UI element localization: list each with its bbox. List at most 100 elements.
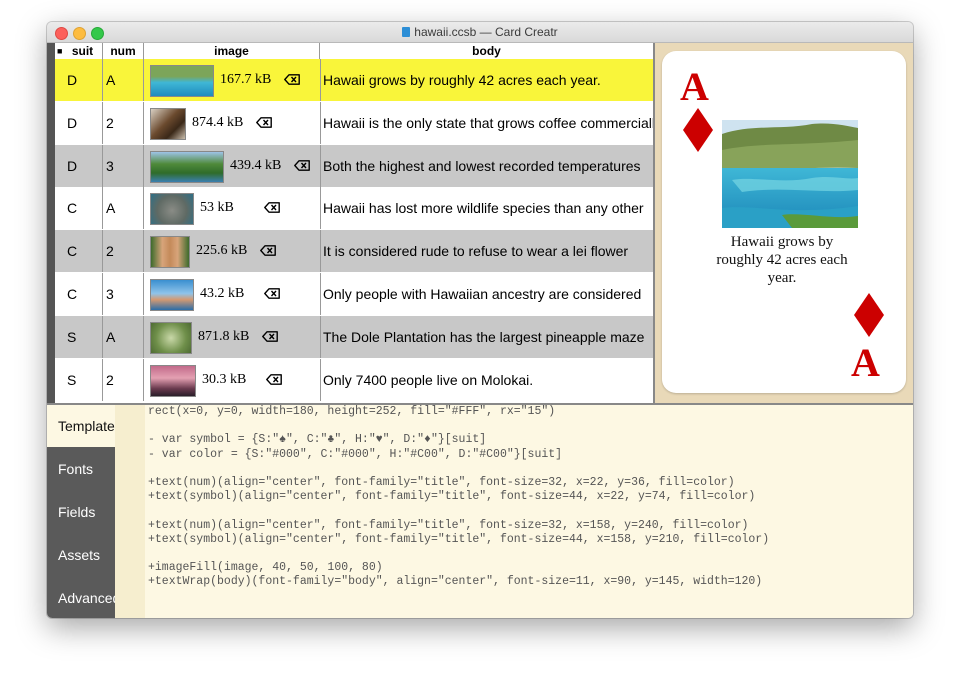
code-line[interactable]: +text(num)(align="center", font-family="… [148, 476, 769, 490]
delete-image-icon[interactable] [256, 116, 272, 128]
cell-suit[interactable]: D [55, 144, 103, 187]
app-window: hawaii.ccsb — Card Creatr ■ suit num imag… [47, 22, 913, 618]
cell-body[interactable]: Hawaii has lost more wildlife species th… [320, 187, 653, 229]
image-file-size: 53 kB [200, 200, 234, 216]
delete-image-icon[interactable] [264, 288, 280, 299]
image-file-size: 30.3 kB [202, 371, 247, 387]
delete-image-icon[interactable] [260, 245, 276, 257]
table-header: ■ suit num image body [55, 43, 653, 60]
title-bar: hawaii.ccsb — Card Creatr [47, 22, 913, 43]
delete-image-icon[interactable] [264, 202, 280, 214]
cell-suit[interactable]: S [55, 315, 103, 358]
cell-body[interactable]: Only people with Hawaiian ancestry are c… [320, 273, 653, 315]
card-image [722, 120, 858, 228]
editor-tab-sidebar: Template Fonts Fields Assets Advanced [47, 405, 120, 618]
code-line[interactable]: +text(num)(align="center", font-family="… [148, 519, 769, 533]
table-row[interactable]: D 2 874.4 kB Hawaii is the only state that … [55, 101, 653, 144]
column-header-body[interactable]: body [320, 43, 653, 59]
cell-image[interactable]: 53 kB [144, 187, 321, 230]
cell-body[interactable]: Only 7400 people live on Molokai. [320, 359, 653, 401]
cell-num[interactable]: A [103, 315, 144, 358]
code-line[interactable]: rect(x=0, y=0, width=180, height=252, fi… [148, 405, 769, 419]
delete-image-icon[interactable] [262, 330, 278, 342]
editor-gutter [115, 405, 145, 618]
table-row[interactable]: S 2 30.3 kB Only 7400 people live on Moloka… [55, 358, 653, 401]
cell-image[interactable]: 43.2 kB [144, 273, 321, 315]
table-row[interactable]: S A 871.8 kB The Dole Plantation has the la… [55, 315, 653, 358]
image-file-size: 225.6 kB [196, 243, 248, 259]
code-line[interactable]: +text(symbol)(align="center", font-famil… [148, 533, 769, 547]
code-text[interactable]: rect(x=0, y=0, width=180, height=252, fi… [148, 405, 769, 589]
image-thumbnail [150, 321, 192, 354]
cell-num[interactable]: 3 [103, 273, 144, 315]
cell-body[interactable]: Both the highest and lowest recorded tem… [320, 145, 653, 187]
cell-num[interactable]: 2 [103, 101, 144, 144]
cell-num[interactable]: A [103, 59, 144, 101]
cell-body[interactable]: Hawaii is the only state that grows coff… [320, 102, 653, 144]
delete-image-icon[interactable] [266, 373, 282, 385]
card-preview: A Hawaii grows by roughly 42 acres each … [662, 51, 906, 393]
diamond-suit-bottom-icon [854, 293, 884, 337]
cell-suit[interactable]: C [55, 273, 103, 315]
image-file-size: 167.7 kB [220, 72, 272, 87]
cell-num[interactable]: 3 [103, 144, 144, 187]
row-gutter [47, 43, 55, 403]
column-header-image[interactable]: image [144, 43, 320, 59]
column-header-suit[interactable]: ■ suit [55, 43, 103, 59]
code-line[interactable] [148, 462, 769, 476]
cell-image[interactable]: 225.6 kB [144, 230, 321, 273]
cell-body[interactable]: The Dole Plantation has the largest pine… [320, 316, 653, 358]
template-code-editor[interactable]: rect(x=0, y=0, width=180, height=252, fi… [115, 405, 913, 618]
image-file-size: 439.4 kB [230, 157, 282, 173]
cell-image[interactable]: 30.3 kB [144, 358, 321, 401]
column-header-num[interactable]: num [103, 43, 144, 59]
code-line[interactable] [148, 547, 769, 561]
window-title: hawaii.ccsb — Card Creatr [47, 25, 913, 39]
cell-body[interactable]: Hawaii grows by roughly 42 acres each ye… [320, 59, 653, 101]
cell-suit[interactable]: C [55, 187, 103, 230]
table-row[interactable]: D 3 439.4 kB Both the highest and lowest re… [55, 144, 653, 187]
cell-suit[interactable]: D [55, 59, 103, 101]
image-file-size: 874.4 kB [192, 114, 244, 130]
delete-image-icon[interactable] [294, 159, 310, 171]
table-row[interactable]: D A 167.7 kB Hawaii grows by roughly 42 acr… [55, 59, 653, 101]
code-line[interactable]: - var symbol = {S:"♠", C:"♣", H:"♥", D:"… [148, 433, 769, 447]
code-line[interactable]: +textWrap(body)(font-family="body", alig… [148, 575, 769, 589]
tab-fonts[interactable]: Fonts [47, 448, 115, 490]
tab-advanced[interactable]: Advanced [47, 577, 120, 618]
image-thumbnail [150, 236, 190, 269]
cell-num[interactable]: 2 [103, 230, 144, 273]
image-thumbnail [150, 150, 224, 183]
cell-image[interactable]: 871.8 kB [144, 315, 321, 358]
window-title-text: hawaii.ccsb — Card Creatr [414, 25, 558, 39]
table-row[interactable]: C 2 225.6 kB It is considered rude to refus… [55, 230, 653, 273]
cell-suit[interactable]: S [55, 358, 103, 401]
tab-fields[interactable]: Fields [47, 491, 115, 533]
cell-image[interactable]: 874.4 kB [144, 101, 321, 144]
code-line[interactable] [148, 504, 769, 518]
cell-suit[interactable]: C [55, 230, 103, 273]
table-row[interactable]: C 3 43.2 kB Only people with Hawaiian ances… [55, 273, 653, 315]
delete-image-icon[interactable] [284, 74, 300, 85]
sort-marker: ■ [57, 46, 63, 56]
document-icon [402, 27, 411, 37]
cell-suit[interactable]: D [55, 101, 103, 144]
cell-num[interactable]: 2 [103, 358, 144, 401]
tab-template[interactable]: Template [47, 405, 115, 447]
cell-body[interactable]: It is considered rude to refuse to wear … [320, 230, 653, 272]
table-row[interactable]: C A 53 kB Hawaii has lost more wildlife spe… [55, 187, 653, 230]
code-line[interactable] [148, 419, 769, 433]
cell-num[interactable]: A [103, 187, 144, 230]
code-line[interactable]: - var color = {S:"#000", C:"#000", H:"#C… [148, 448, 769, 462]
cell-image[interactable]: 439.4 kB [144, 144, 321, 187]
image-file-size: 43.2 kB [200, 286, 245, 301]
tab-assets[interactable]: Assets [47, 534, 115, 576]
code-line[interactable]: +text(symbol)(align="center", font-famil… [148, 490, 769, 504]
card-data-table: ■ suit num image body D A 167.7 kB Hawaii gr… [47, 43, 653, 403]
image-file-size: 871.8 kB [198, 328, 250, 344]
cell-image[interactable]: 167.7 kB [144, 59, 321, 101]
code-line[interactable]: +imageFill(image, 40, 50, 100, 80) [148, 561, 769, 575]
card-rank-bottom: A [851, 340, 880, 385]
image-thumbnail [150, 193, 194, 226]
diamond-suit-top-icon [683, 108, 713, 152]
